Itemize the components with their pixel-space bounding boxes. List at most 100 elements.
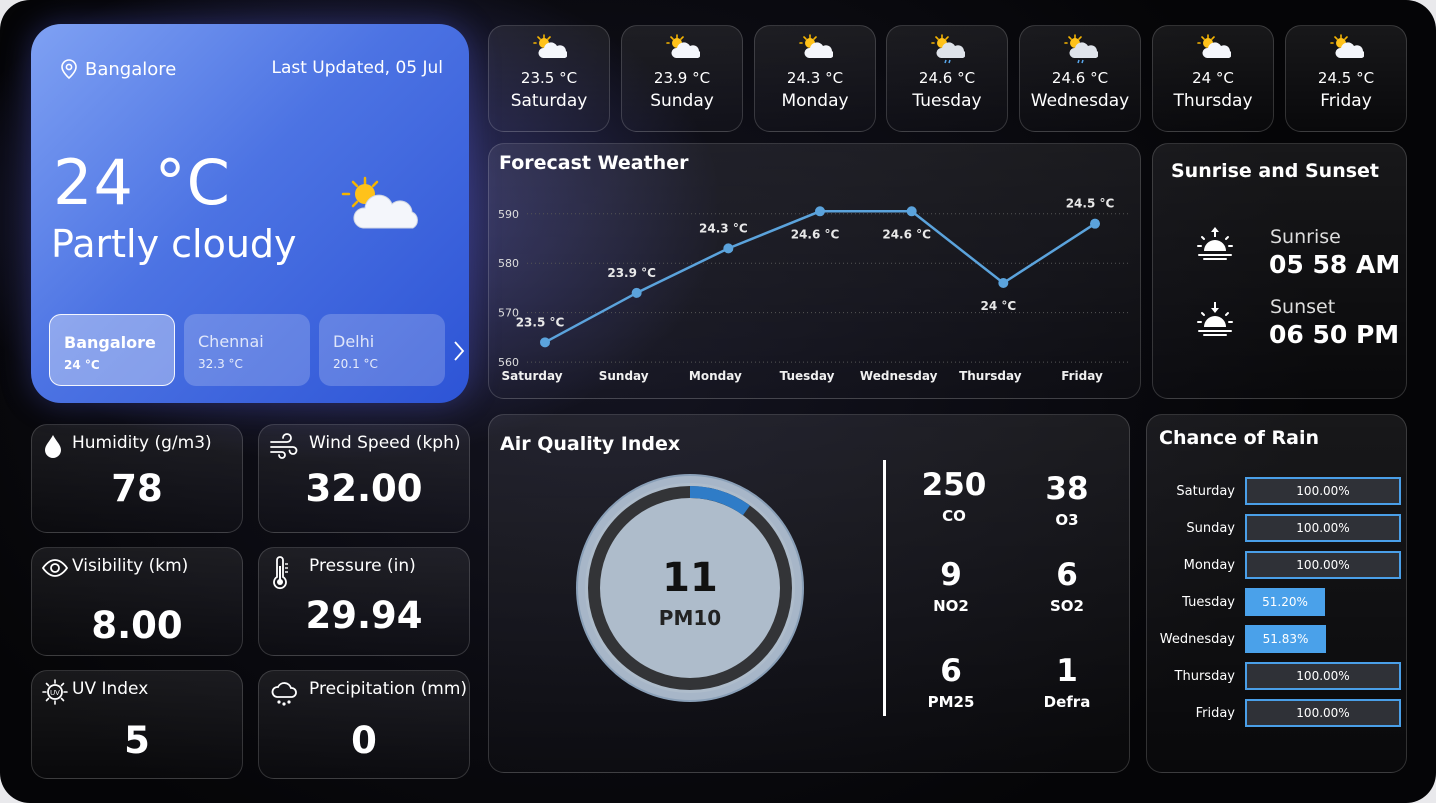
daily-forecast-card[interactable]: 24.6 °C Wednesday	[1019, 25, 1141, 132]
rain-bar: 100.00%	[1245, 662, 1401, 690]
aqi-item-value: 38	[1045, 471, 1089, 507]
city-tab-bangalore[interactable]: Bangalore 24 °C	[49, 314, 175, 386]
x-tick-label: Thursday	[959, 369, 1022, 383]
rain-bar: 100.00%	[1245, 699, 1401, 727]
daily-forecast-card[interactable]: 23.5 °C Saturday	[488, 25, 610, 132]
uv-index-card: UV UV Index 5	[31, 670, 243, 779]
partly-sunny-icon	[666, 34, 700, 58]
daily-day: Thursday	[1173, 91, 1253, 111]
aqi-item-key: Defra	[1043, 693, 1091, 711]
sunrise-label: Sunrise	[1270, 226, 1341, 248]
visibility-card: Visibility (km) 8.00	[31, 547, 243, 656]
aqi-pollutant: PM10	[659, 606, 721, 630]
aqi-item-no2: 9 NO2	[901, 557, 1001, 615]
thermometer-icon	[273, 556, 288, 590]
rain-day: Tuesday	[1182, 595, 1235, 610]
x-tick-label: Wednesday	[860, 369, 938, 383]
current-condition: Partly cloudy	[51, 222, 297, 266]
data-point	[631, 287, 642, 298]
rain-title: Chance of Rain	[1159, 427, 1320, 449]
data-point	[723, 243, 734, 254]
daily-temp: 23.5 °C	[520, 69, 578, 87]
rain-day: Saturday	[1176, 484, 1235, 499]
rain-bar: 51.83%	[1245, 625, 1326, 653]
data-point	[540, 337, 550, 348]
daily-forecast-card[interactable]: 24 °C Thursday	[1152, 25, 1274, 132]
aqi-item-co: 250 CO	[904, 467, 1004, 525]
aqi-gauge: 11 PM10	[576, 474, 804, 702]
water-drop-icon	[45, 435, 61, 458]
daily-temp: 24.3 °C	[786, 69, 844, 87]
wind-speed-value: 32.00	[305, 467, 423, 510]
daily-forecast-card[interactable]: 24.3 °C Monday	[754, 25, 876, 132]
forecast-line-chart: 56057058059023.5 °CSaturday23.9 °CSunday…	[498, 197, 1129, 383]
daily-temp: 24.6 °C	[1051, 69, 1109, 87]
rain-percent: 100.00%	[1296, 706, 1350, 720]
rain-percent: 51.20%	[1262, 595, 1308, 609]
wind-speed-label: Wind Speed (kph)	[309, 433, 461, 453]
rain-bar: 100.00%	[1245, 477, 1401, 505]
location: Bangalore	[59, 58, 176, 80]
rain-bar: 100.00%	[1245, 551, 1401, 579]
sun-rain-icon	[931, 34, 965, 64]
y-tick-label: 560	[498, 356, 519, 369]
precipitation-value: 0	[351, 719, 377, 762]
rain-row: Thursday 100.00%	[1147, 662, 1407, 690]
pressure-card: Pressure (in) 29.94	[258, 547, 470, 656]
precipitation-label: Precipitation (mm)	[309, 679, 468, 699]
daily-temp: 24 °C	[1192, 69, 1234, 87]
data-label: 24.6 °C	[882, 227, 931, 241]
aqi-title: Air Quality Index	[500, 433, 681, 455]
aqi-item-value: 6	[940, 653, 962, 689]
partly-sunny-icon	[799, 34, 833, 58]
data-label: 24.5 °C	[1066, 197, 1115, 211]
x-tick-label: Monday	[689, 369, 742, 383]
daily-day: Saturday	[510, 91, 588, 111]
data-point	[815, 206, 825, 217]
aqi-item-key: O3	[1055, 511, 1079, 529]
data-point	[998, 278, 1009, 288]
x-tick-label: Tuesday	[780, 369, 835, 383]
weather-dashboard: Bangalore Last Updated, 05 Jul 24 °C Par…	[0, 0, 1436, 803]
sunset-icon	[1197, 302, 1233, 336]
rain-row: Friday 100.00%	[1147, 699, 1407, 727]
x-tick-label: Friday	[1061, 369, 1103, 383]
chevron-right-icon[interactable]	[451, 340, 467, 362]
rain-day: Friday	[1195, 706, 1235, 721]
daily-forecast-card[interactable]: 24.5 °C Friday	[1285, 25, 1407, 132]
aqi-divider	[883, 460, 886, 716]
svg-text:UV: UV	[50, 690, 60, 697]
y-tick-label: 590	[498, 208, 519, 221]
rain-row: Saturday 100.00%	[1147, 477, 1407, 505]
rain-row: Tuesday 51.20%	[1147, 588, 1407, 616]
x-tick-label: Sunday	[599, 369, 649, 383]
daily-day: Monday	[781, 91, 849, 111]
daily-forecast-card[interactable]: 24.6 °C Tuesday	[886, 25, 1008, 132]
pressure-label: Pressure (in)	[309, 556, 416, 576]
aqi-item-value: 9	[940, 557, 962, 593]
data-label: 23.9 °C	[607, 266, 656, 280]
rain-percent: 100.00%	[1296, 484, 1350, 498]
sun-rain-icon	[1064, 34, 1098, 64]
rain-day: Wednesday	[1159, 632, 1235, 647]
daily-forecast-card[interactable]: 23.9 °C Sunday	[621, 25, 743, 132]
rain-percent: 100.00%	[1296, 558, 1350, 572]
current-weather-card: Bangalore Last Updated, 05 Jul 24 °C Par…	[31, 24, 469, 403]
chance-of-rain-card: Chance of Rain Saturday 100.00% Sunday 100.…	[1146, 414, 1407, 773]
partly-cloudy-icon	[341, 176, 418, 229]
sunrise-time: 05 58 AM	[1269, 250, 1401, 279]
city-tab-chennai[interactable]: Chennai 32.3 °C	[184, 314, 310, 386]
sunset-time: 06 50 PM	[1269, 320, 1400, 349]
city-tab-delhi[interactable]: Delhi 20.1 °C	[319, 314, 445, 386]
aqi-item-key: PM25	[927, 693, 975, 711]
aqi-item-value: 1	[1056, 653, 1078, 689]
sun-title: Sunrise and Sunset	[1171, 160, 1380, 182]
data-label: 24.3 °C	[699, 221, 748, 235]
aqi-item-pm25: 6 PM25	[901, 653, 1001, 711]
rain-row: Sunday 100.00%	[1147, 514, 1407, 542]
aqi-value: 11	[662, 555, 718, 601]
aqi-item-value: 6	[1056, 557, 1078, 593]
daily-day: Tuesday	[912, 91, 982, 111]
humidity-card: Humidity (g/m3) 78	[31, 424, 243, 533]
partly-sunny-icon	[1197, 34, 1231, 58]
